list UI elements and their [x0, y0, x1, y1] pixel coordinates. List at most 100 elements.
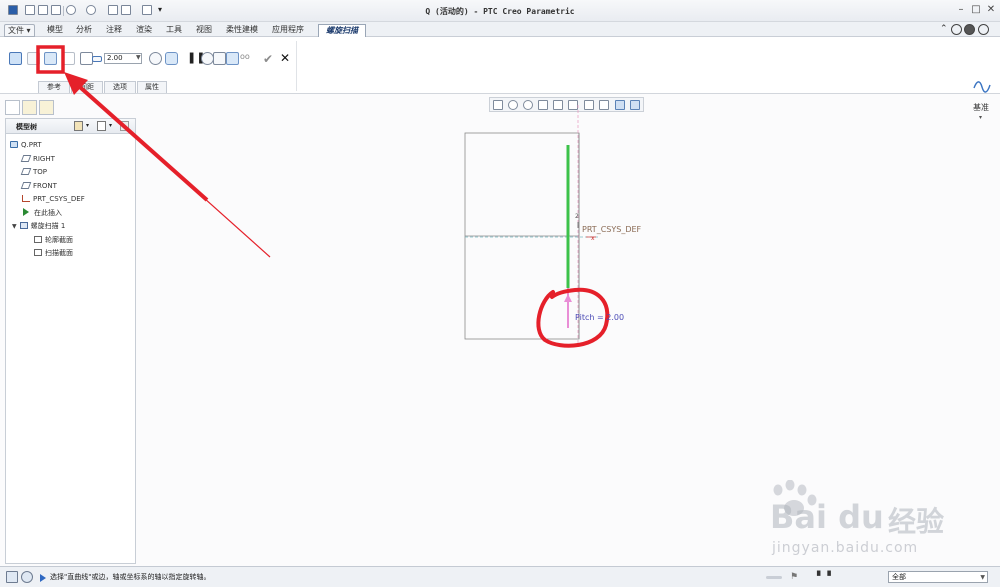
sketch-section-icon[interactable] [44, 52, 57, 65]
right-hand-icon[interactable] [165, 52, 178, 65]
verify-mode-icon[interactable] [226, 52, 239, 65]
tab-flexible-modeling[interactable]: 柔性建模 [223, 24, 261, 37]
datum-group[interactable]: 基准 ▾ [965, 77, 997, 127]
creo-window: ▾ Q (活动的) - PTC Creo Parametric – □ ✕ 文件… [0, 0, 1000, 587]
annotation-display-icon[interactable] [630, 100, 640, 110]
tab-view[interactable]: 视图 [193, 24, 215, 37]
tree-item-label: PRT_CSYS_DEF [33, 195, 85, 203]
pitch-dropdown-arrow-icon[interactable]: ▼ [136, 54, 142, 63]
watermark-url: jingyan.baidu.com [772, 540, 919, 556]
tree-item-label: Q.PRT [21, 141, 42, 149]
saved-views-icon[interactable] [568, 100, 578, 110]
tab-applications[interactable]: 应用程序 [269, 24, 307, 37]
tab-annotate[interactable]: 注释 [103, 24, 125, 37]
tree-item-label: TOP [33, 168, 48, 176]
tree-filters-icon[interactable] [97, 121, 106, 131]
tree-item-front[interactable]: FRONT [20, 180, 57, 193]
tree-item-part[interactable]: Q.PRT [10, 139, 42, 152]
cancel-button[interactable]: ✕ [280, 51, 290, 65]
tree-filters-arrow-icon[interactable]: ▾ [109, 122, 112, 129]
csys-x-mark: x [591, 235, 595, 242]
preview-icon[interactable] [213, 52, 226, 65]
tree-settings-icon[interactable] [74, 121, 83, 131]
watermark-brand-cn: 经验 [888, 505, 945, 538]
tree-item-top[interactable]: TOP [20, 166, 48, 179]
remove-material-icon[interactable] [62, 52, 75, 65]
csys-label[interactable]: PRT_CSYS_DEF [582, 225, 641, 234]
tab-tools[interactable]: 工具 [163, 24, 185, 37]
close-button[interactable]: ✕ [985, 4, 997, 16]
datum-dropdown-icon[interactable]: ▾ [979, 114, 982, 121]
find-binoculars-icon[interactable]: ▘▝ [817, 572, 831, 582]
helical-sweep-icon [19, 222, 28, 229]
help-icon[interactable] [978, 24, 989, 35]
graphics-toolbar [489, 97, 644, 112]
datum-label: 基准 [973, 103, 989, 112]
part-icon [10, 141, 18, 148]
tree-item-label: 扫描截面 [45, 249, 73, 257]
tree-item-right[interactable]: RIGHT [20, 153, 55, 166]
tab-file[interactable]: 文件 ▾ [4, 24, 35, 37]
settings-icon[interactable] [964, 24, 975, 35]
surface-icon[interactable] [27, 52, 40, 65]
selection-filter[interactable]: 全部 ▼ [888, 571, 988, 583]
title-bar: ▾ Q (活动的) - PTC Creo Parametric – □ ✕ [0, 0, 1000, 22]
sketch-icon [34, 249, 42, 256]
model-tree-tab-icon[interactable] [5, 100, 20, 115]
paw-toe [785, 480, 795, 491]
tree-item-label: RIGHT [33, 155, 55, 163]
tree-item-csys[interactable]: PRT_CSYS_DEF [22, 193, 85, 206]
search-icon[interactable] [951, 24, 962, 35]
folder-browser-tab-icon[interactable] [22, 100, 37, 115]
zoom-out-icon[interactable] [523, 100, 533, 110]
selection-filter-value: 全部 [892, 573, 906, 581]
glasses-preview-icon[interactable]: oo [240, 52, 253, 65]
expand-arrow-icon[interactable]: ▼ [12, 223, 17, 230]
model-tree-header: 模型树 ▾ ▾ [6, 119, 135, 134]
view-manager-icon[interactable] [584, 100, 594, 110]
pause-icon[interactable]: ❚❚ [187, 52, 205, 65]
display-style-icon[interactable] [553, 100, 563, 110]
solid-icon[interactable] [9, 52, 22, 65]
tree-item-helical-sweep[interactable]: ▼ 螺旋扫描 1 [12, 220, 65, 233]
tab-render[interactable]: 渲染 [133, 24, 155, 37]
datum-display-icon[interactable] [599, 100, 609, 110]
tree-show-icon[interactable] [120, 121, 129, 131]
tree-settings-arrow-icon[interactable]: ▾ [86, 122, 89, 129]
ok-button[interactable]: ✔ [263, 52, 273, 66]
watermark-brand: Bai du [770, 498, 884, 536]
insert-here-icon [23, 208, 29, 216]
pitch-label[interactable]: Pitch = 2.00 [575, 313, 624, 322]
pitch-icon [92, 56, 102, 62]
favorites-tab-icon[interactable] [39, 100, 54, 115]
regen-flag-icon[interactable]: ⚑ [790, 572, 798, 582]
collapse-ribbon-icon[interactable]: ⌃ [940, 24, 948, 34]
browser-toggle-icon[interactable] [21, 571, 33, 583]
left-hand-icon[interactable] [149, 52, 162, 65]
tab-helical-sweep[interactable]: 螺旋扫描 [318, 24, 366, 37]
tab-analysis[interactable]: 分析 [73, 24, 95, 37]
zoom-in-icon[interactable] [508, 100, 518, 110]
tree-item-profile-section[interactable]: 轮廓截面 [34, 234, 73, 247]
tree-item-label: 在此插入 [34, 209, 62, 217]
datum-plane-icon [20, 182, 32, 189]
subtab-pitch[interactable]: 间距 [71, 81, 103, 93]
repaint-icon[interactable] [538, 100, 548, 110]
subtab-references[interactable]: 参考 [38, 81, 70, 93]
ribbon-tabs: 文件 ▾ 模型 分析 注释 渲染 工具 视图 柔性建模 应用程序 螺旋扫描 ⌃ [0, 22, 1000, 37]
tree-item-insert-here[interactable]: 在此插入 [23, 207, 62, 220]
tab-model[interactable]: 模型 [44, 24, 66, 37]
subtab-options[interactable]: 选项 [104, 81, 136, 93]
tree-item-label: FRONT [33, 182, 57, 190]
maximize-button[interactable]: □ [970, 4, 982, 16]
refit-icon[interactable] [493, 100, 503, 110]
helical-sweep-dashboard: 2.00 ▼ ❚❚ oo ✔ ✕ 参考 间距 选项 属性 基准 ▾ [0, 37, 1000, 121]
subtab-properties[interactable]: 属性 [137, 81, 167, 93]
minimize-button[interactable]: – [955, 4, 967, 16]
show-navigator-icon[interactable] [6, 571, 18, 583]
sketch-icon [34, 236, 42, 243]
datum-icon [973, 81, 991, 93]
spin-center-icon[interactable] [615, 100, 625, 110]
paw-toe [773, 484, 783, 496]
tree-item-sweep-section[interactable]: 扫描截面 [34, 247, 73, 260]
